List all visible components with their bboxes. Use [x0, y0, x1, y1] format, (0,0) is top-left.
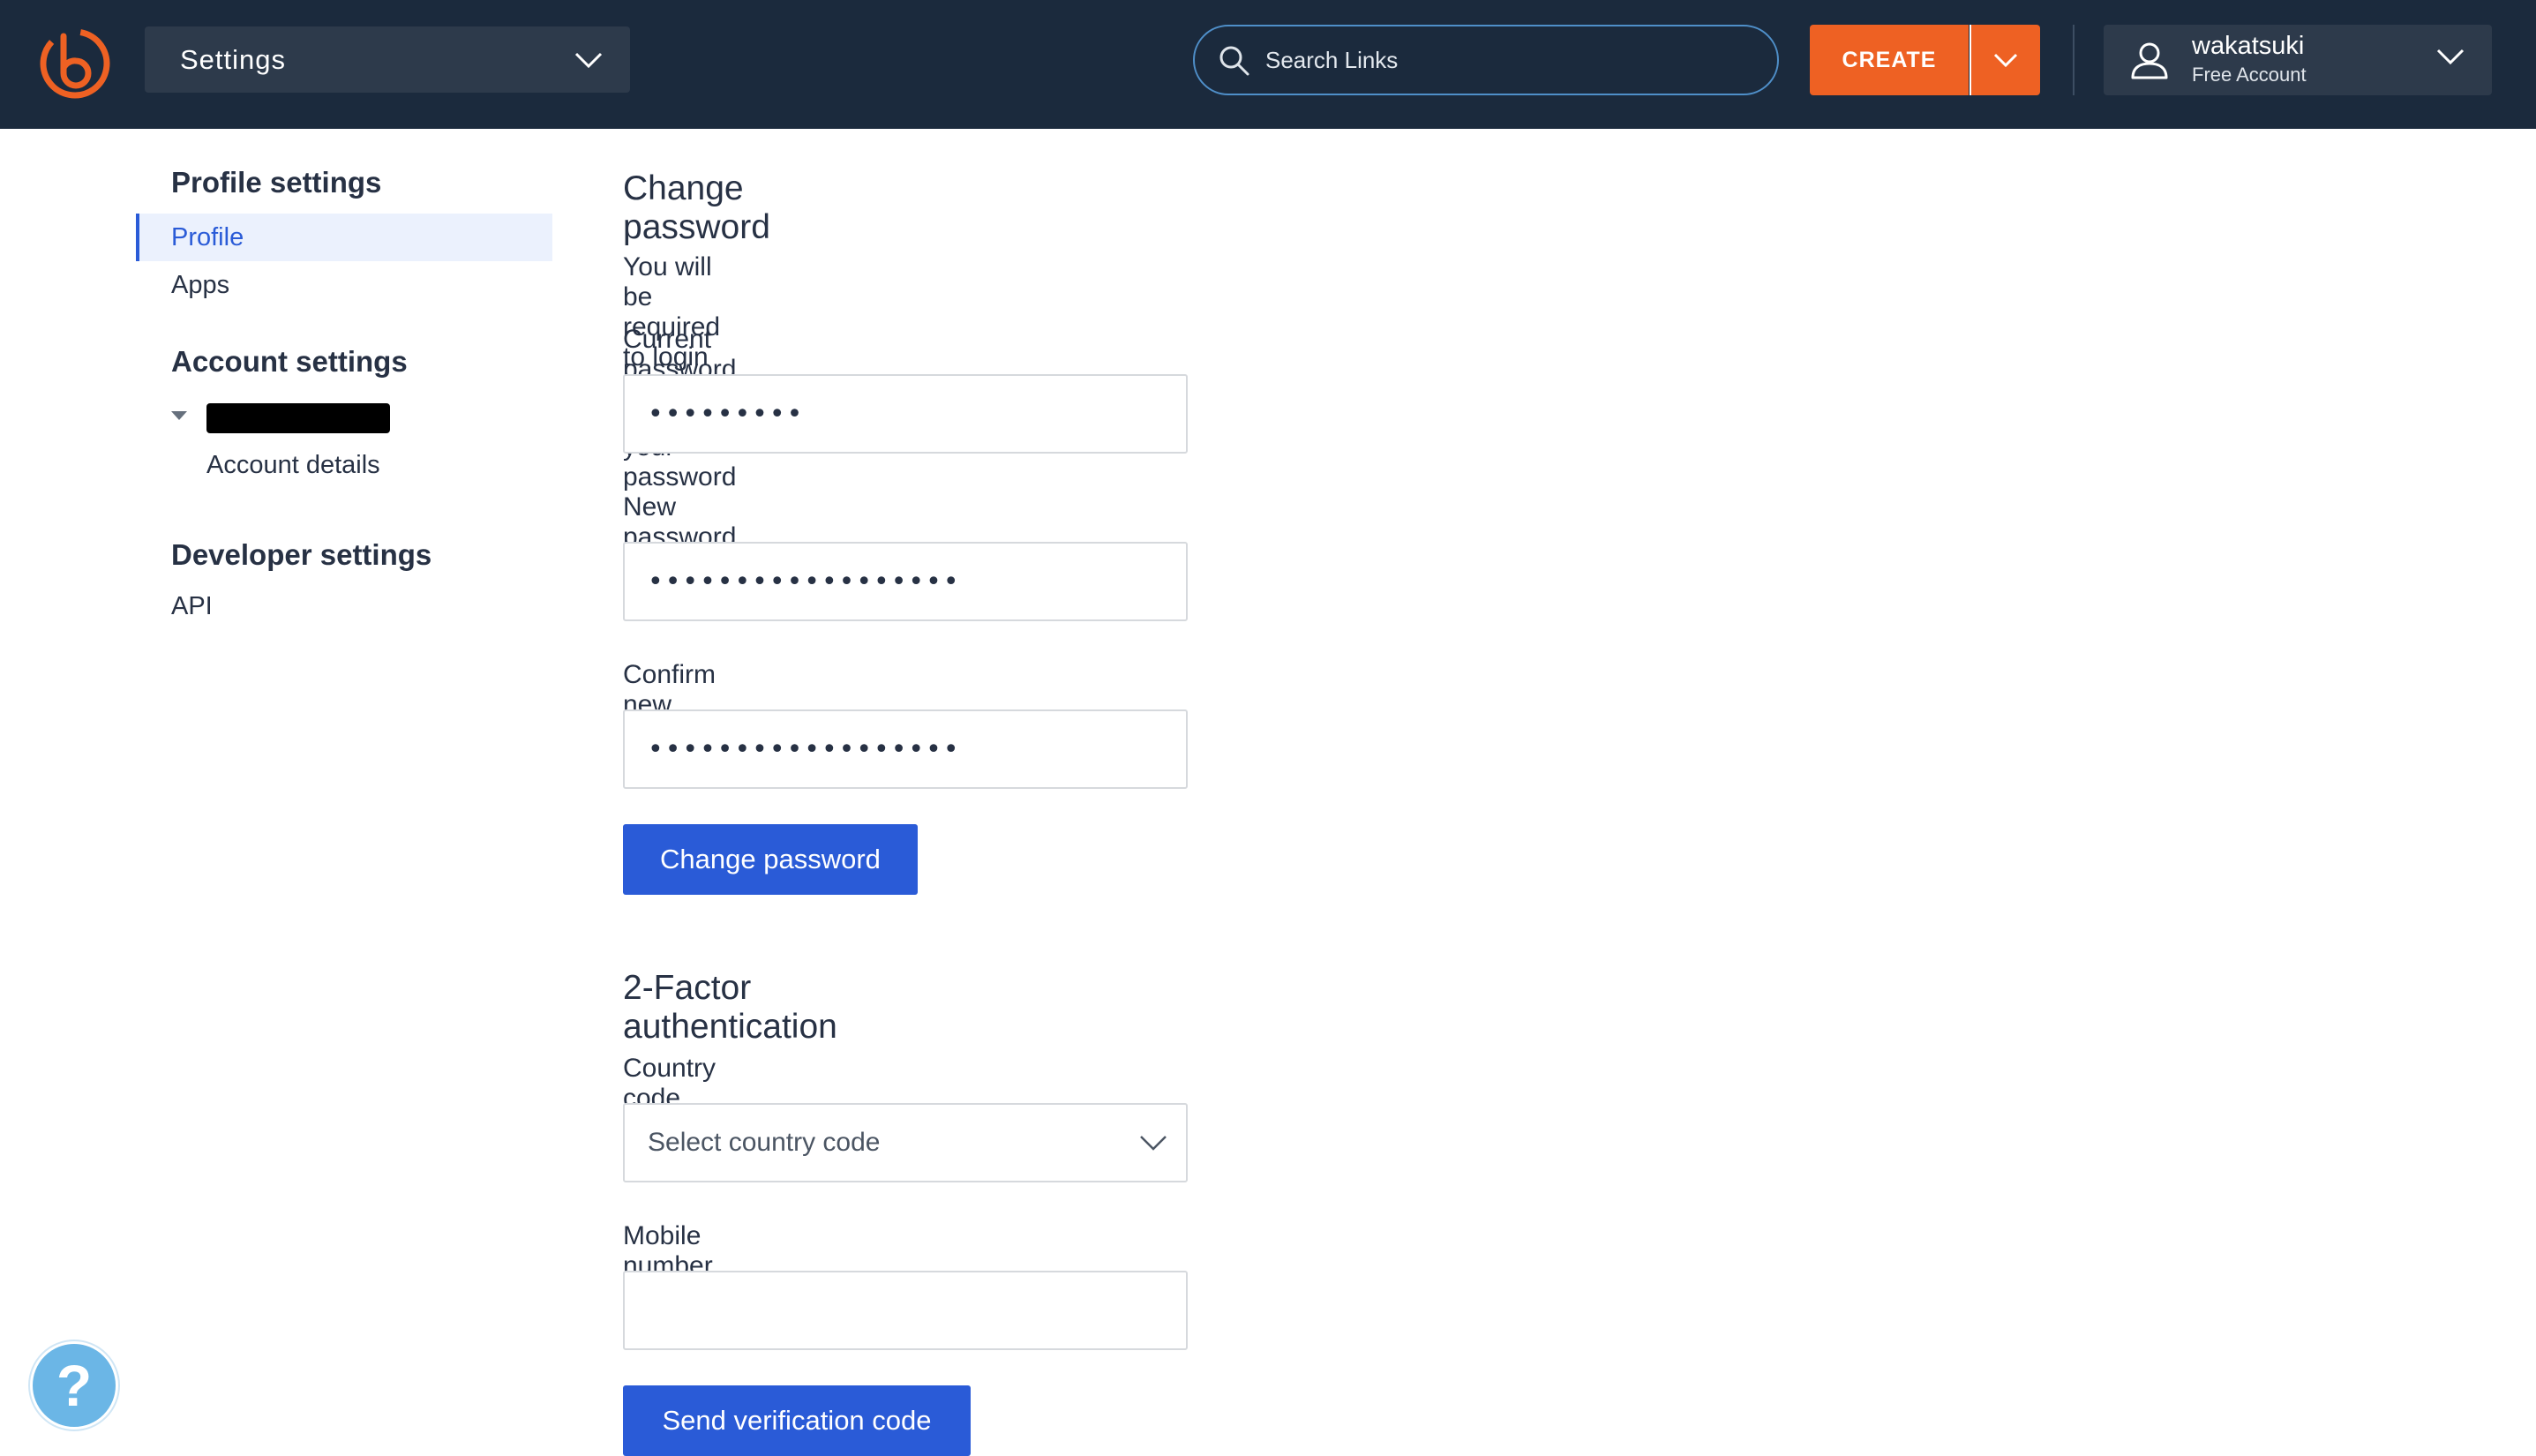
sidebar-item-profile[interactable]: Profile [136, 214, 552, 261]
change-password-button[interactable]: Change password [623, 824, 918, 895]
chevron-down-icon [574, 52, 603, 69]
country-code-selected: Select country code [648, 1128, 881, 1157]
sidebar-item-account-details[interactable]: Account details [206, 451, 380, 480]
page-switcher-dropdown[interactable]: Settings [145, 26, 630, 93]
confirm-password-input[interactable] [623, 709, 1188, 789]
sidebar-item-label: API [171, 591, 213, 620]
account-settings-heading: Account settings [171, 345, 408, 378]
sidebar-item-label: Apps [171, 270, 230, 299]
settings-sidebar: Profile settings Profile Apps Account se… [0, 129, 565, 1447]
caret-down-icon[interactable] [171, 411, 187, 420]
new-password-input[interactable] [623, 542, 1188, 621]
account-name: wakatsuki [2192, 32, 2305, 60]
sidebar-item-label: Profile [171, 222, 244, 251]
help-button[interactable]: ? [30, 1341, 118, 1430]
send-verification-code-button[interactable]: Send verification code [623, 1385, 971, 1456]
create-button-label: CREATE [1842, 47, 1937, 72]
page-switcher-label: Settings [180, 43, 287, 75]
search-input[interactable] [1265, 39, 1759, 81]
search-box[interactable] [1193, 25, 1779, 95]
country-code-select[interactable]: Select country code [623, 1103, 1188, 1182]
sidebar-item-api[interactable]: API [136, 582, 552, 630]
redacted-account-name[interactable] [206, 403, 390, 433]
chevron-down-icon [1993, 53, 2018, 68]
nav-divider [2073, 25, 2075, 95]
chevron-down-icon [1140, 1136, 1167, 1151]
two-factor-title: 2-Factor authentication [623, 969, 837, 1046]
search-icon [1219, 46, 1249, 76]
chevron-down-icon [2436, 49, 2465, 65]
change-password-button-label: Change password [660, 844, 881, 874]
send-verification-code-button-label: Send verification code [662, 1405, 932, 1436]
create-button[interactable]: CREATE [1810, 25, 1969, 95]
profile-settings-heading: Profile settings [171, 166, 382, 199]
sidebar-item-apps[interactable]: Apps [136, 261, 552, 309]
mobile-number-input[interactable] [623, 1271, 1188, 1350]
create-options-button[interactable] [1970, 25, 2040, 95]
question-mark-icon: ? [56, 1353, 93, 1418]
developer-settings-heading: Developer settings [171, 538, 432, 571]
account-menu[interactable]: wakatsuki Free Account [2104, 25, 2492, 95]
account-plan: Free Account [2192, 64, 2307, 86]
change-password-title: Change password [623, 169, 770, 246]
current-password-input[interactable] [623, 374, 1188, 454]
user-icon [2131, 42, 2168, 79]
bitly-logo-icon[interactable] [37, 24, 113, 100]
top-nav-bar: Settings CREATE wakatsuki Free Account [0, 0, 2536, 129]
